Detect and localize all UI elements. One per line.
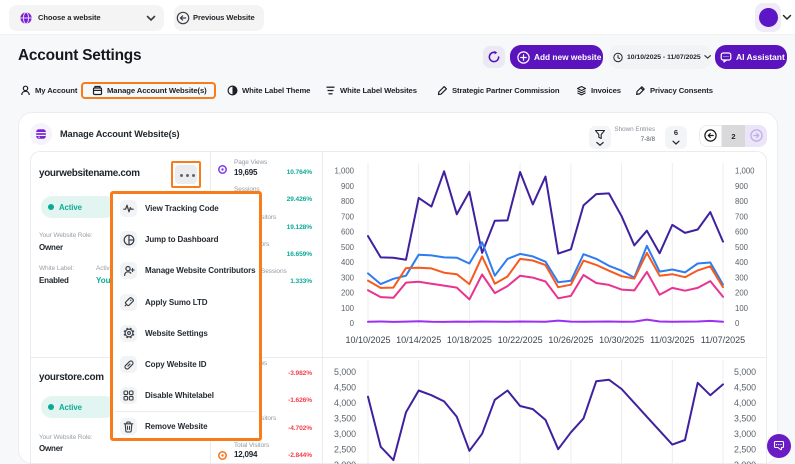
- svg-text:100: 100: [341, 304, 355, 313]
- svg-text:4,000: 4,000: [334, 398, 356, 408]
- svg-text:200: 200: [341, 289, 355, 298]
- svg-text:2,000: 2,000: [734, 460, 756, 464]
- svg-text:0: 0: [735, 319, 740, 328]
- svg-text:900: 900: [341, 182, 355, 191]
- svg-text:3,000: 3,000: [334, 429, 356, 439]
- svg-text:500: 500: [341, 243, 355, 252]
- svg-text:10/26/2025: 10/26/2025: [548, 335, 593, 345]
- svg-text:3,500: 3,500: [334, 414, 356, 424]
- svg-text:0: 0: [350, 319, 355, 328]
- svg-text:800: 800: [735, 197, 749, 206]
- svg-text:2,000: 2,000: [334, 460, 356, 464]
- svg-text:700: 700: [735, 212, 749, 221]
- svg-text:10/22/2025: 10/22/2025: [498, 335, 543, 345]
- svg-text:2,500: 2,500: [734, 445, 756, 455]
- svg-text:200: 200: [735, 289, 749, 298]
- svg-text:3,000: 3,000: [734, 429, 756, 439]
- svg-text:400: 400: [735, 258, 749, 267]
- svg-text:3,500: 3,500: [734, 414, 756, 424]
- svg-text:10/18/2025: 10/18/2025: [447, 335, 492, 345]
- svg-text:11/03/2025: 11/03/2025: [650, 335, 694, 345]
- svg-text:11/07/2025: 11/07/2025: [701, 335, 745, 345]
- svg-text:5,000: 5,000: [734, 367, 756, 377]
- svg-text:10/14/2025: 10/14/2025: [396, 335, 441, 345]
- svg-text:800: 800: [341, 197, 355, 206]
- svg-text:4,500: 4,500: [334, 383, 356, 393]
- svg-text:600: 600: [341, 228, 355, 237]
- svg-text:1,000: 1,000: [735, 167, 755, 176]
- svg-text:10/10/2025: 10/10/2025: [345, 335, 390, 345]
- svg-text:1,000: 1,000: [334, 167, 354, 176]
- svg-text:300: 300: [341, 273, 355, 282]
- svg-text:500: 500: [735, 243, 749, 252]
- svg-text:300: 300: [735, 273, 749, 282]
- svg-text:4,500: 4,500: [734, 383, 756, 393]
- svg-text:700: 700: [341, 212, 355, 221]
- svg-text:2,500: 2,500: [334, 445, 356, 455]
- svg-text:4,000: 4,000: [734, 398, 756, 408]
- svg-text:900: 900: [735, 182, 749, 191]
- svg-text:5,000: 5,000: [334, 367, 356, 377]
- svg-text:400: 400: [341, 258, 355, 267]
- svg-text:10/30/2025: 10/30/2025: [599, 335, 644, 345]
- svg-text:600: 600: [735, 228, 749, 237]
- svg-text:100: 100: [735, 304, 749, 313]
